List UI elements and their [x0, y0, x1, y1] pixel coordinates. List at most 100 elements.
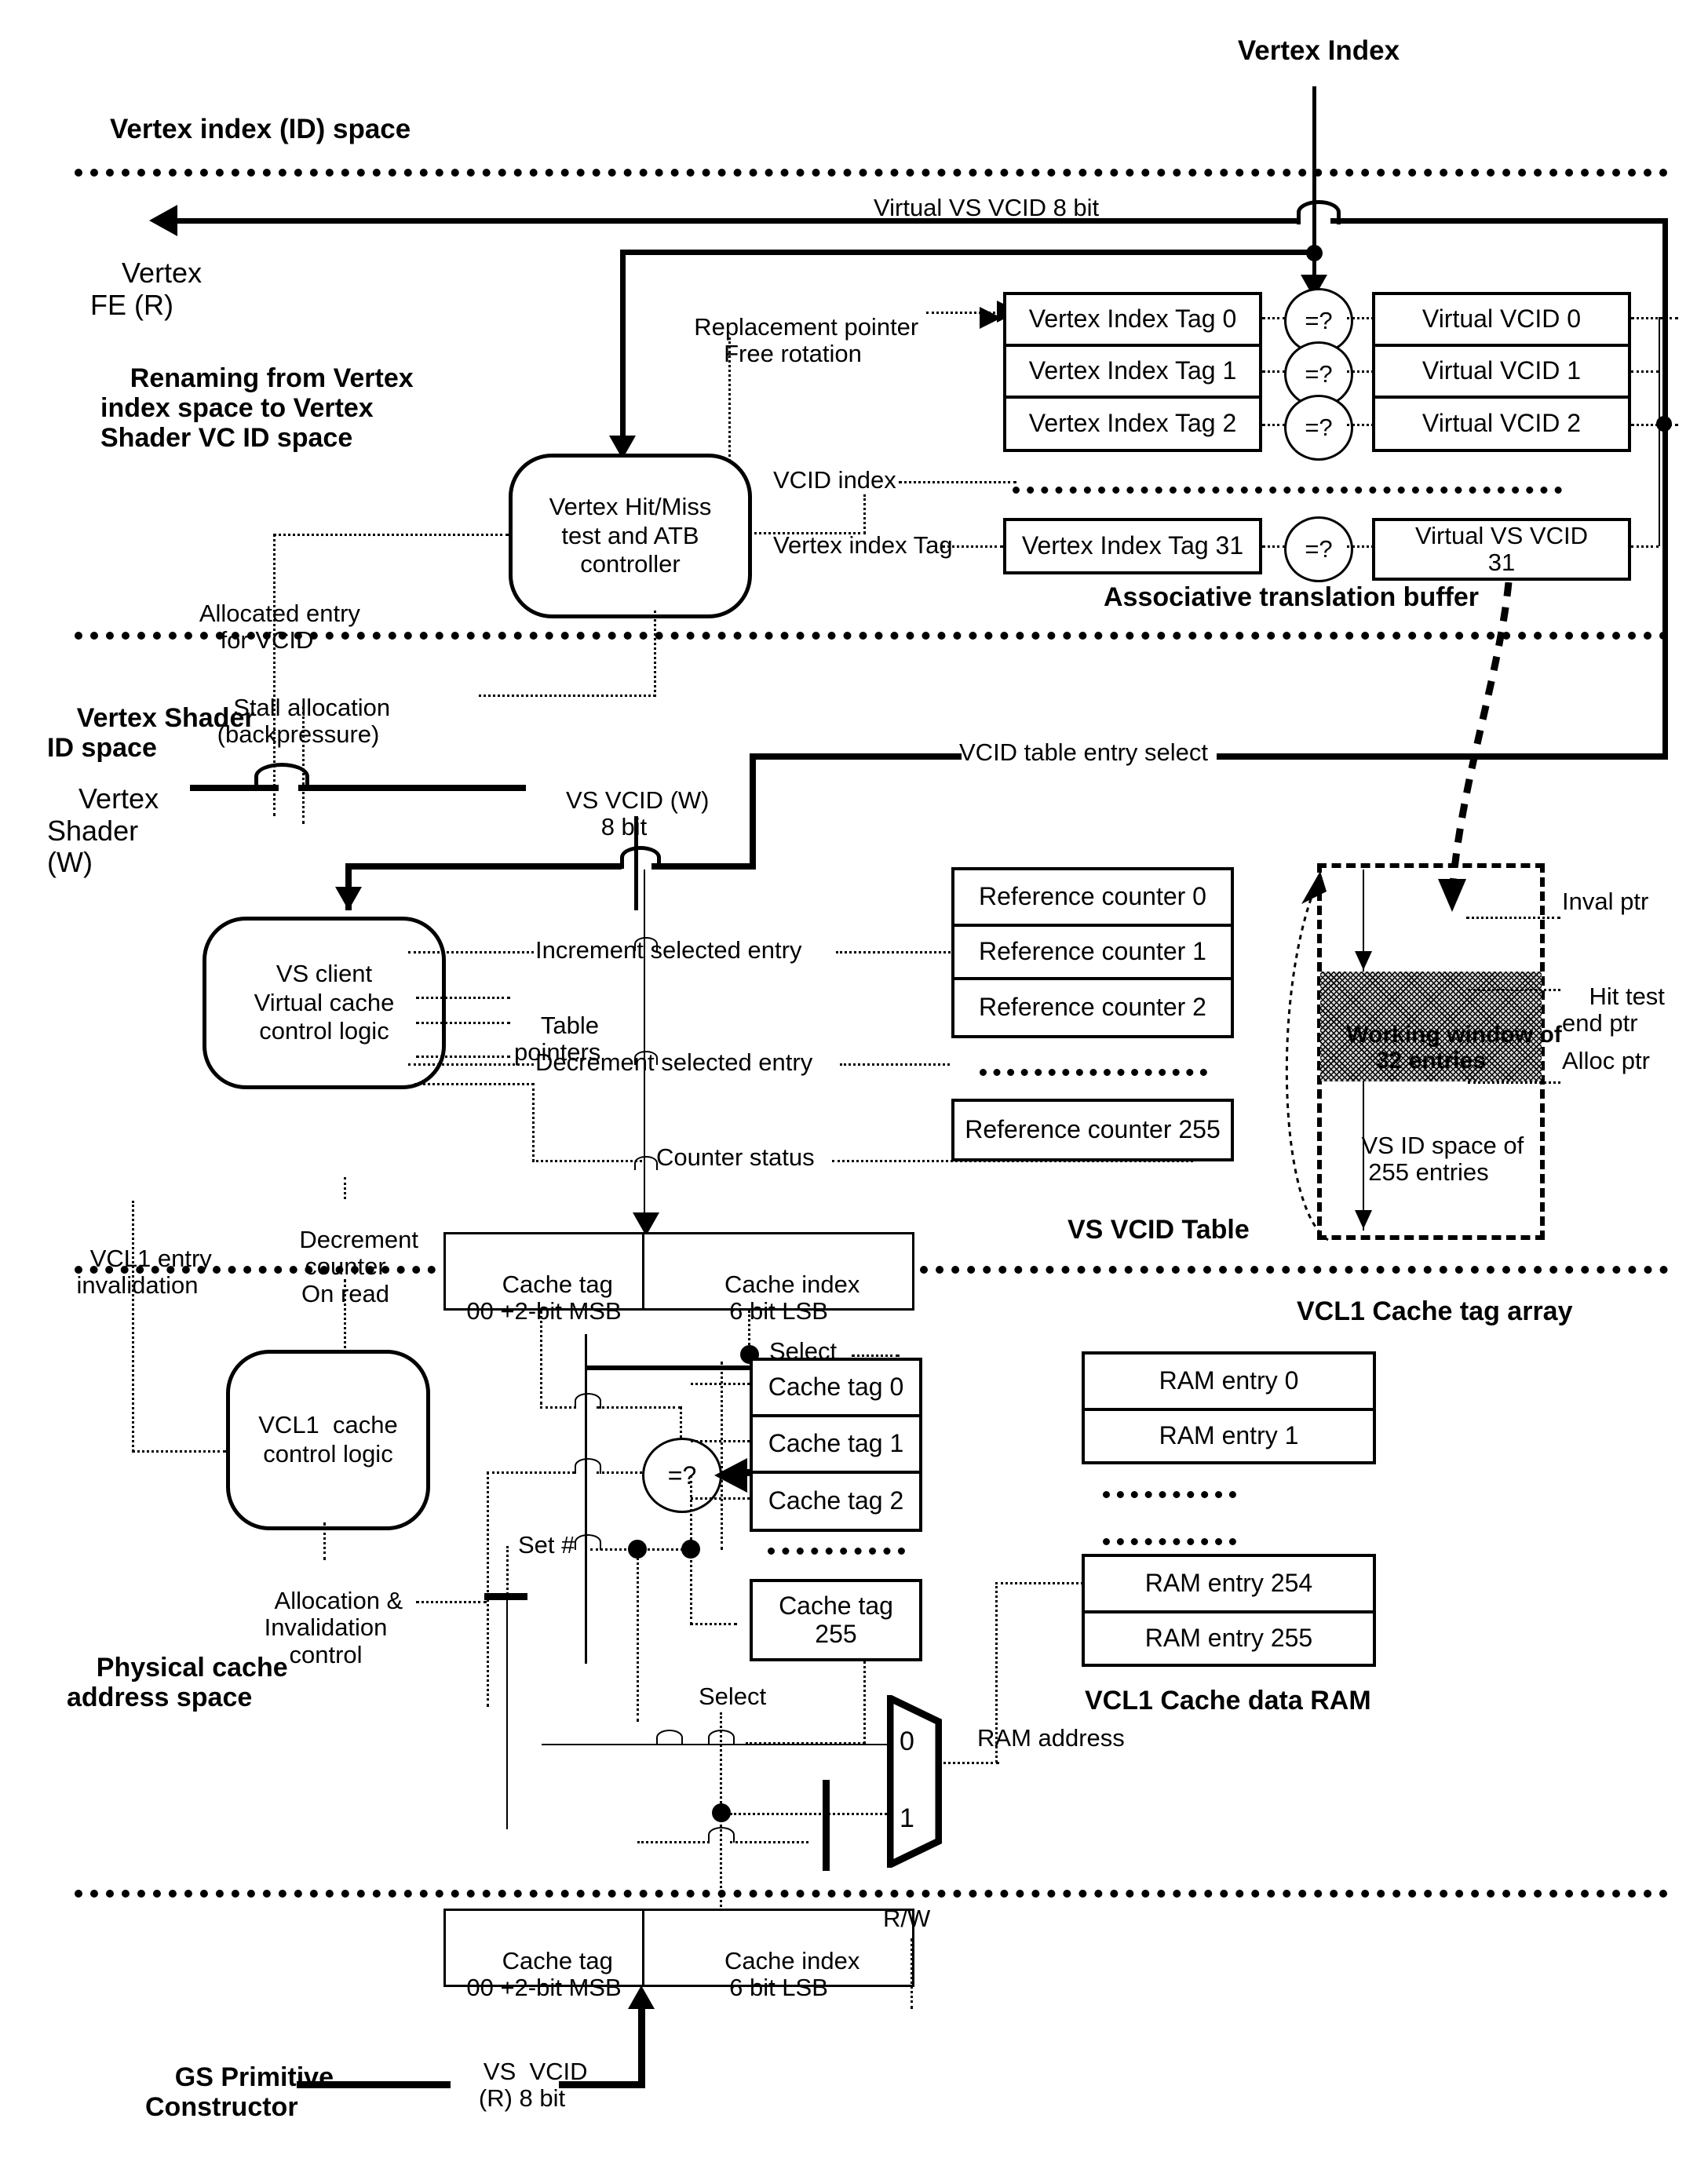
set-bus-short-drop — [506, 1598, 508, 1829]
table-pointers-wire-3 — [416, 1056, 510, 1058]
compare-label: =? — [1305, 360, 1333, 388]
atb-compare-31: =? — [1284, 516, 1353, 582]
stall-alloc-wire — [479, 695, 655, 697]
alloc-inval-drop — [323, 1522, 326, 1560]
compare-input-arrow — [714, 1458, 747, 1493]
reference-counter-ellipsis — [980, 1069, 1207, 1076]
table-pointers-wire-2 — [416, 1022, 510, 1024]
ram-address-to-mux — [938, 1762, 999, 1764]
vertex-hitmiss-atb-controller[interactable]: Vertex Hit/Miss test and ATB controller — [509, 454, 752, 618]
mux-in1-stub — [823, 1780, 830, 1871]
set-dot-1 — [628, 1540, 647, 1559]
atb-compare-wire-0a — [1262, 317, 1286, 319]
ram-ellipsis-2 — [1103, 1538, 1236, 1545]
working-window-label: Working window of 32 entries — [1320, 995, 1561, 1100]
vcl1-entry-inval-text: VCL1 entry invalidation — [76, 1244, 212, 1300]
atb-vcid-row-2[interactable]: Virtual VCID 2 — [1372, 396, 1631, 452]
atb-compare-wire-31b — [1347, 545, 1374, 548]
reference-counter-2[interactable]: Reference counter 2 — [951, 977, 1234, 1038]
wire-hop-mux-a — [656, 1730, 683, 1745]
table-pointers-label: Table pointers — [514, 985, 600, 1094]
atb-tag-row-0[interactable]: Vertex Index Tag 0 — [1003, 292, 1262, 344]
diagram-canvas: Vertex Index Vertex index (ID) space Vir… — [0, 0, 1708, 2184]
cache-tag-compare[interactable]: =? — [642, 1438, 722, 1513]
atb-vcid-row-31[interactable]: Virtual VS VCID 31 — [1372, 518, 1631, 581]
inval-ptr-label: Inval ptr — [1562, 888, 1649, 915]
set-dot2-drop — [690, 1550, 692, 1624]
cachetag-sel-bus — [721, 1362, 723, 1550]
working-window-text: Working window of 32 entries — [1346, 1021, 1562, 1074]
virtual-vcid-return-line — [177, 218, 1299, 224]
gs-output-wire-right — [559, 2081, 645, 2088]
divider-physical-cache-space-right — [920, 1266, 1668, 1274]
atb-vcid31-out — [1631, 545, 1659, 548]
replacement-pointer-label: Replacement pointer Free rotation — [663, 286, 922, 396]
cache-tag-255[interactable]: Cache tag 255 — [750, 1579, 922, 1661]
atb-tag-row-2[interactable]: Vertex Index Tag 2 — [1003, 396, 1262, 452]
cache-tag-field-text: Cache tag 00 +2-bit MSB — [466, 1270, 622, 1325]
vertex-index-tag-label: Vertex index Tag — [773, 531, 953, 559]
mux-input-1-label: 1 — [900, 1803, 914, 1833]
ram-address-label: RAM address — [977, 1724, 1125, 1752]
vs-vcid-bus-right — [651, 863, 754, 870]
hit-test-end-ptr-text: Hit test end ptr — [1562, 982, 1665, 1037]
cachetag-sel-1 — [691, 1440, 750, 1442]
gs-primitive-text: GS Primitive Constructor — [145, 2062, 334, 2123]
compare-label: =? — [1305, 307, 1333, 334]
vcl1-entry-inval-to-block — [132, 1450, 226, 1453]
address-mux[interactable] — [886, 1692, 943, 1871]
vcid-index-drop — [863, 494, 866, 534]
counter-status-wire-left — [532, 1160, 642, 1162]
vertex-index-space-label: Vertex index (ID) space — [110, 114, 411, 144]
rw-label: R/W — [883, 1905, 931, 1932]
cache-tag-2[interactable]: Cache tag 2 — [750, 1471, 922, 1532]
atb-compare-wire-2a — [1262, 424, 1286, 426]
decrement-wire-right — [840, 1063, 950, 1066]
select-wire-1 — [852, 1355, 899, 1357]
cache-address-divider-bottom — [642, 1910, 644, 1985]
atb-vcid-row-0[interactable]: Virtual VCID 0 — [1372, 292, 1631, 344]
vcid-select-line — [750, 753, 962, 760]
renaming-text: Renaming from Vertex index space to Vert… — [100, 363, 414, 454]
physical-cache-address-space-label: Physical cache address space — [67, 1623, 288, 1742]
atb-vcid-row-1[interactable]: Virtual VCID 1 — [1372, 344, 1631, 396]
set-dot1-drop — [637, 1557, 639, 1722]
compare-label: =? — [1305, 535, 1333, 563]
atb-vcid1-out — [1631, 370, 1659, 373]
ram-entry-255[interactable]: RAM entry 255 — [1082, 1610, 1376, 1667]
vertex-shader-w-label: Vertex Shader (W) — [47, 752, 159, 910]
vcl1-control-text: VCL1 cache control logic — [258, 1411, 398, 1468]
alloc-ptr-arrow-line — [1363, 1081, 1364, 1231]
vcl1-entry-inval-drop — [132, 1201, 134, 1452]
allocated-entry-top — [273, 534, 509, 536]
reference-counter-1[interactable]: Reference counter 1 — [951, 924, 1234, 977]
mux-in1-wire-lower2 — [730, 1841, 808, 1843]
vcl1-cache-control-logic[interactable]: VCL1 cache control logic — [226, 1350, 430, 1530]
ram-ellipsis-1 — [1103, 1491, 1236, 1498]
window-feedback-curve — [1272, 863, 1342, 1248]
ram-entry-1[interactable]: RAM entry 1 — [1082, 1408, 1376, 1464]
vs-client-text: VS client Virtual cache control logic — [254, 960, 395, 1045]
ram-entry-254[interactable]: RAM entry 254 — [1082, 1554, 1376, 1610]
vcid-spine-b — [644, 951, 645, 1065]
atb-feed-riser — [620, 250, 626, 458]
ram-address-wire-h — [995, 1582, 1083, 1584]
atb-ellipsis — [1013, 487, 1562, 494]
cache-tag-1[interactable]: Cache tag 1 — [750, 1414, 922, 1471]
set-number-label: Set # — [518, 1531, 575, 1559]
atb-tag-row-31[interactable]: Vertex Index Tag 31 — [1003, 518, 1262, 574]
alloc-ptr-label: Alloc ptr — [1562, 1047, 1650, 1074]
vertex-fe-text: Vertex FE (R) — [90, 257, 203, 321]
cache-tag-0[interactable]: Cache tag 0 — [750, 1358, 922, 1414]
reference-counter-0[interactable]: Reference counter 0 — [951, 867, 1234, 924]
select2-dot — [712, 1803, 731, 1822]
set-bus-short-riser — [506, 1546, 509, 1595]
wire-hop-spine-1 — [634, 937, 658, 951]
reference-counter-255[interactable]: Reference counter 255 — [951, 1099, 1234, 1161]
atb-tag-row-1[interactable]: Vertex Index Tag 1 — [1003, 344, 1262, 396]
ram-entry-0[interactable]: RAM entry 0 — [1082, 1351, 1376, 1408]
cache-tag-hop-wire — [540, 1406, 576, 1409]
alloc-inval-wire — [416, 1601, 487, 1603]
wire-hop-spine-3 — [634, 1156, 658, 1170]
inval-ptr-arrowhead — [1355, 951, 1372, 970]
